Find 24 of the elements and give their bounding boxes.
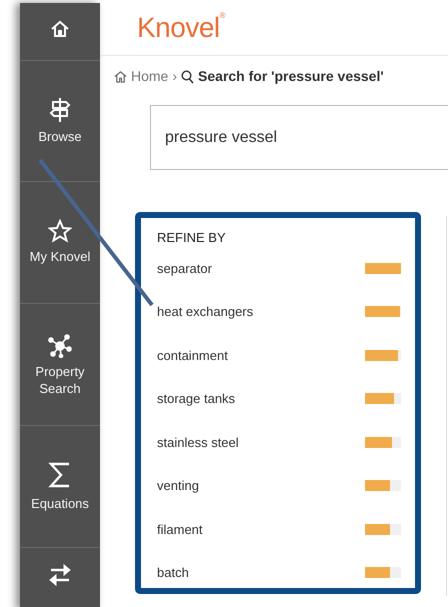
star-icon	[48, 219, 72, 244]
sidebar-item[interactable]: Browse	[20, 61, 100, 182]
breadcrumb-separator: ›	[172, 67, 178, 86]
signpost-icon	[49, 96, 71, 123]
sidebar-item[interactable]: Property Search	[20, 304, 100, 426]
sidebar-item[interactable]: My Knovel	[20, 182, 100, 304]
sidebar-item[interactable]: Equations	[20, 426, 100, 548]
facet-link[interactable]: heat exchangers	[157, 302, 254, 322]
home-icon	[114, 70, 127, 83]
facet-link[interactable]: batch	[157, 563, 189, 582]
facet-link[interactable]: containment	[157, 346, 228, 365]
swap-arrows-icon	[48, 562, 72, 586]
search-field[interactable]: pressure vessel	[150, 105, 448, 170]
facet-link[interactable]: storage tanks	[157, 389, 236, 408]
refine-heading: REFINE BY	[157, 229, 227, 247]
search-icon	[181, 70, 194, 84]
home-link[interactable]: Home	[131, 66, 168, 87]
facet-link[interactable]: venting	[157, 476, 199, 496]
home-icon	[50, 18, 70, 38]
molecule-icon	[47, 332, 73, 358]
facet-link[interactable]: separator	[157, 258, 212, 278]
breadcrumb-current: Search for 'pressure vessel'	[198, 67, 384, 86]
facet-link[interactable]: stainless steel	[157, 432, 239, 452]
facet-link[interactable]: filament	[157, 520, 203, 539]
